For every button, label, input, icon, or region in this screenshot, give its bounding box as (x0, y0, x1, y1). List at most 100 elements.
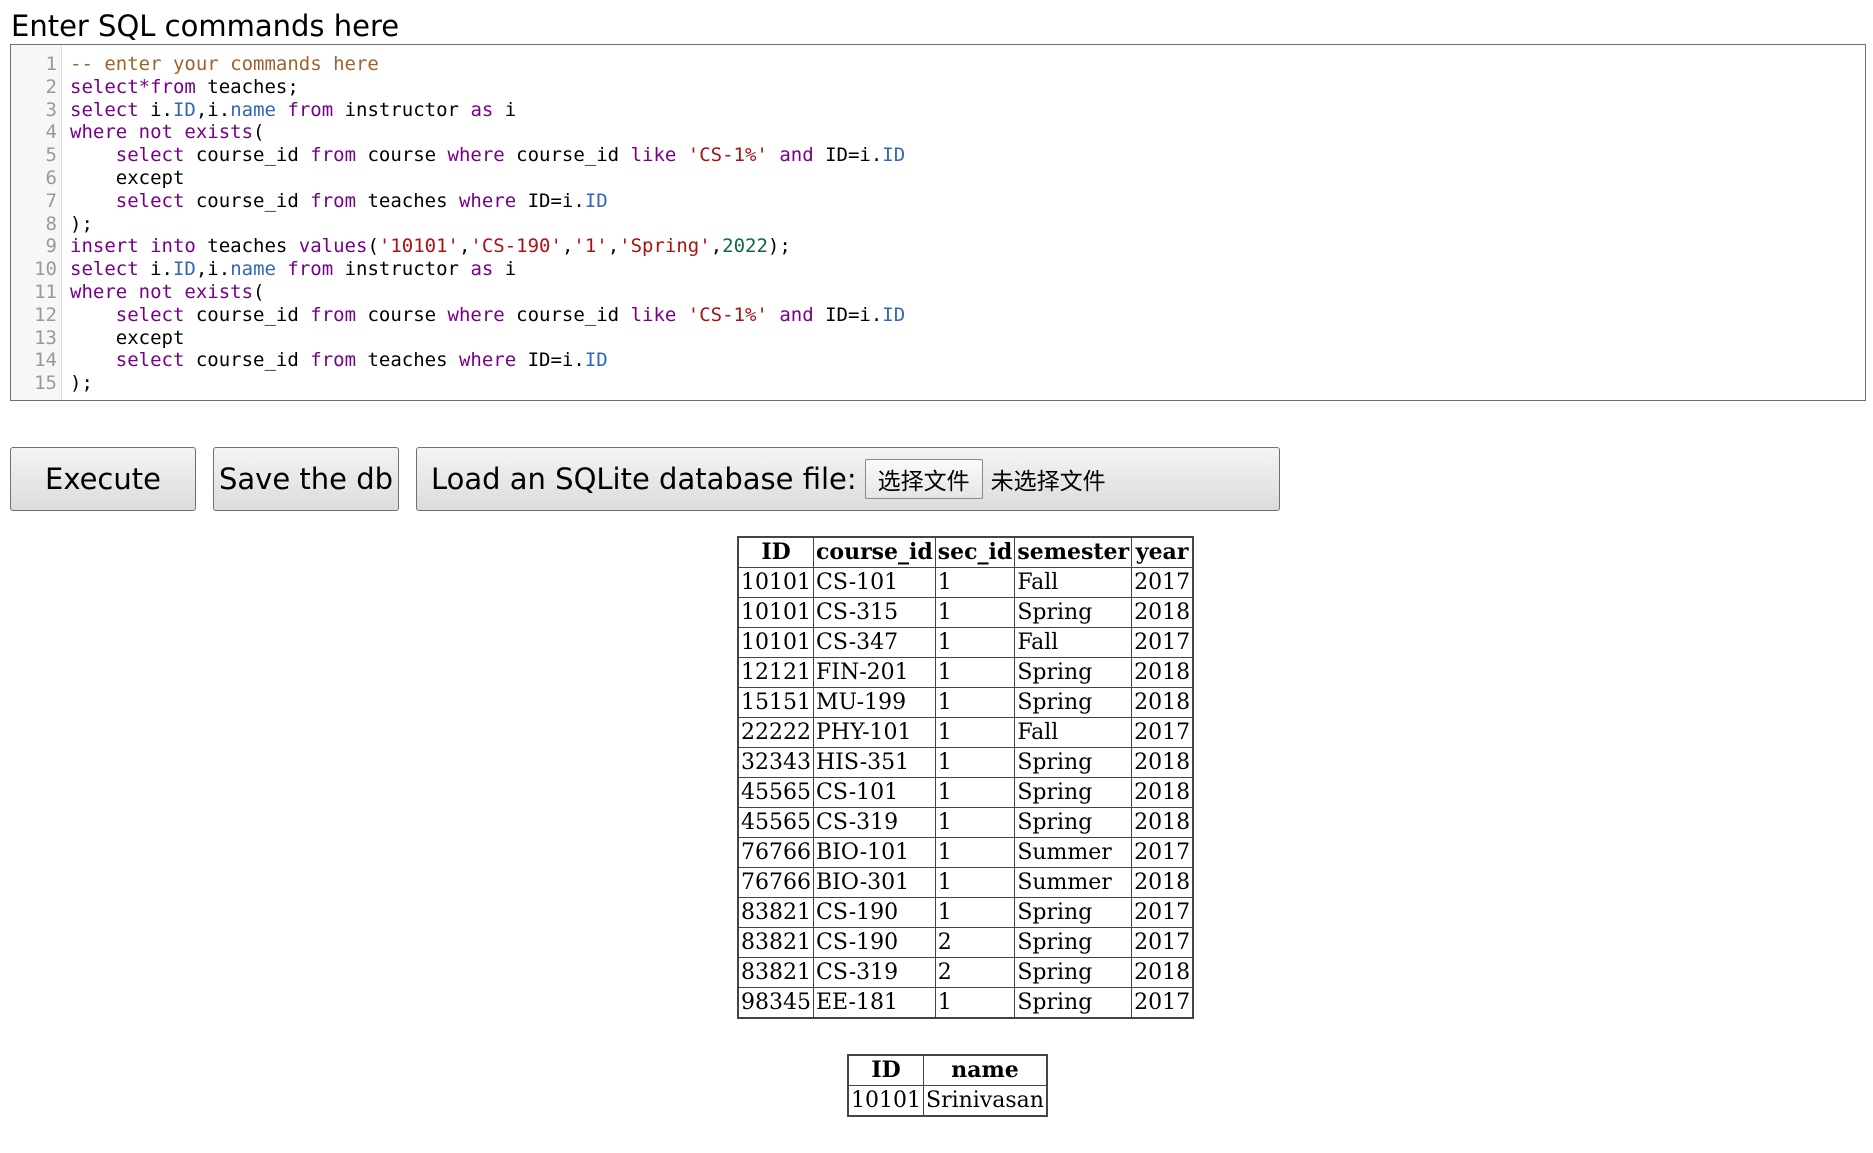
table-row: 10101 CS-315 1 Spring 2018 (737, 597, 1194, 628)
code-token: * (138, 75, 151, 98)
code-line[interactable]: 3 select i.ID,i.name from instructor as i (11, 99, 1865, 122)
code-token: select (115, 303, 185, 326)
code-token: course_id (184, 189, 311, 212)
code-token: course_id (184, 144, 311, 167)
code-line[interactable]: 8); (11, 213, 1865, 236)
code-token: ID=i. (516, 349, 585, 372)
code-token: , (561, 235, 574, 258)
code-token: where not exists (70, 280, 254, 303)
table-cell: 1 (934, 747, 1016, 778)
line-number: 14 (34, 349, 57, 372)
code-token: and (779, 144, 814, 167)
file-status: 未选择文件 (990, 469, 1106, 495)
table-cell: 1 (934, 867, 1016, 898)
table-cell: 1 (934, 777, 1016, 808)
line-code: where not exists( (70, 281, 264, 304)
code-token: select (70, 98, 139, 121)
code-token: except (70, 166, 185, 189)
code-token: ID (172, 258, 196, 281)
line-number: 9 (45, 235, 57, 258)
table-cell: 10101 (737, 567, 814, 598)
table-cell: 2018 (1131, 687, 1194, 718)
code-token: course (356, 303, 448, 326)
code-token: where (458, 189, 517, 212)
execute-button[interactable]: Execute (10, 447, 196, 511)
code-token: and (779, 303, 814, 326)
line-number: 3 (45, 98, 57, 121)
code-token: name (230, 258, 276, 281)
table-cell: 83821 (737, 897, 814, 928)
table-cell: 1 (934, 687, 1016, 718)
table-cell: CS-315 (813, 597, 936, 628)
code-token: 'Spring' (619, 235, 711, 258)
table-cell: BIO-301 (813, 867, 936, 898)
line-number: 8 (45, 212, 57, 235)
code-line[interactable]: 4 where not exists( (11, 121, 1865, 144)
load-database-box[interactable]: Load an SQLite database file: 选择文件 未选择文件 (416, 447, 1280, 511)
code-token: ( (253, 280, 265, 303)
table-cell: MU-199 (813, 687, 936, 718)
choose-file-button[interactable]: 选择文件 (864, 459, 983, 499)
code-line[interactable]: 11 where not exists( (11, 281, 1865, 304)
table-cell: Spring (1014, 957, 1133, 988)
code-lines[interactable]: 1 -- enter your commands here 2 select*from… (11, 53, 1865, 395)
table-cell: Spring (1014, 807, 1133, 838)
line-code: ); (70, 213, 93, 236)
table-cell: 1 (934, 897, 1016, 928)
code-line[interactable]: 1 -- enter your commands here (11, 53, 1865, 76)
code-line[interactable]: 13 except (11, 327, 1865, 350)
table-cell: CS-101 (813, 567, 936, 598)
code-token: teaches (195, 235, 299, 258)
line-code: select course_id from course where cours… (70, 144, 905, 167)
code-token: 'CS-1%' (687, 144, 768, 167)
table-cell: Fall (1014, 627, 1133, 658)
table-cell: Summer (1014, 867, 1133, 898)
code-token: course_id (504, 303, 631, 326)
sql-editor[interactable]: 1 -- enter your commands here 2 select*from… (10, 44, 1866, 401)
table-cell: 2 (934, 957, 1016, 988)
code-line[interactable]: 9 insert into teaches values('10101','CS-… (11, 235, 1865, 258)
code-line[interactable]: 6 except (11, 167, 1865, 190)
code-line[interactable]: 7 select course_id from teaches where ID… (11, 190, 1865, 213)
table-row: 83821 CS-190 1 Spring 2017 (737, 897, 1194, 928)
line-number: 1 (45, 53, 57, 75)
table-cell: Fall (1014, 717, 1133, 748)
table-cell: 76766 (737, 867, 814, 898)
code-line[interactable]: 10 select i.ID,i.name from instructor as … (11, 258, 1865, 281)
line-number: 11 (34, 280, 57, 303)
code-line[interactable]: 15); (11, 372, 1865, 395)
code-token: select (115, 144, 185, 167)
code-line[interactable]: 12 select course_id from course where co… (11, 304, 1865, 327)
result-table-teaches: ID course_id sec_id semester year 10101 CS-10… (737, 536, 1195, 1019)
code-token: i (493, 98, 517, 121)
column-header: ID (847, 1054, 924, 1086)
table-cell: 1 (934, 627, 1016, 658)
save-db-button[interactable]: Save the db (213, 447, 399, 511)
table-cell: 2018 (1131, 657, 1194, 688)
code-line[interactable]: 2 select*from teaches; (11, 76, 1865, 99)
code-token: ( (253, 121, 265, 144)
table-cell: 1 (934, 987, 1016, 1019)
code-token: ID (882, 144, 906, 167)
table-row: 12121 FIN-201 1 Spring 2018 (737, 657, 1194, 688)
code-token: select (115, 189, 185, 212)
table-cell: 10101 (737, 627, 814, 658)
table-cell: 2017 (1131, 627, 1194, 658)
line-number: 2 (45, 75, 57, 98)
code-line[interactable]: 5 select course_id from course where cou… (11, 144, 1865, 167)
line-code: select course_id from teaches where ID=i… (70, 190, 608, 213)
line-code: select course_id from teaches where ID=i… (70, 349, 608, 372)
table-cell: 1 (934, 567, 1016, 598)
table-cell: 98345 (737, 987, 814, 1019)
column-header: ID (737, 536, 814, 568)
code-line[interactable]: 14 select course_id from teaches where I… (11, 349, 1865, 372)
table-cell: 22222 (737, 717, 814, 748)
code-token: ID (882, 303, 906, 326)
code-token: course_id (184, 303, 311, 326)
line-code: select i.ID,i.name from instructor as i (70, 99, 516, 122)
code-token: from (287, 98, 334, 121)
code-token: where (447, 144, 505, 167)
code-token: ID (172, 98, 196, 121)
